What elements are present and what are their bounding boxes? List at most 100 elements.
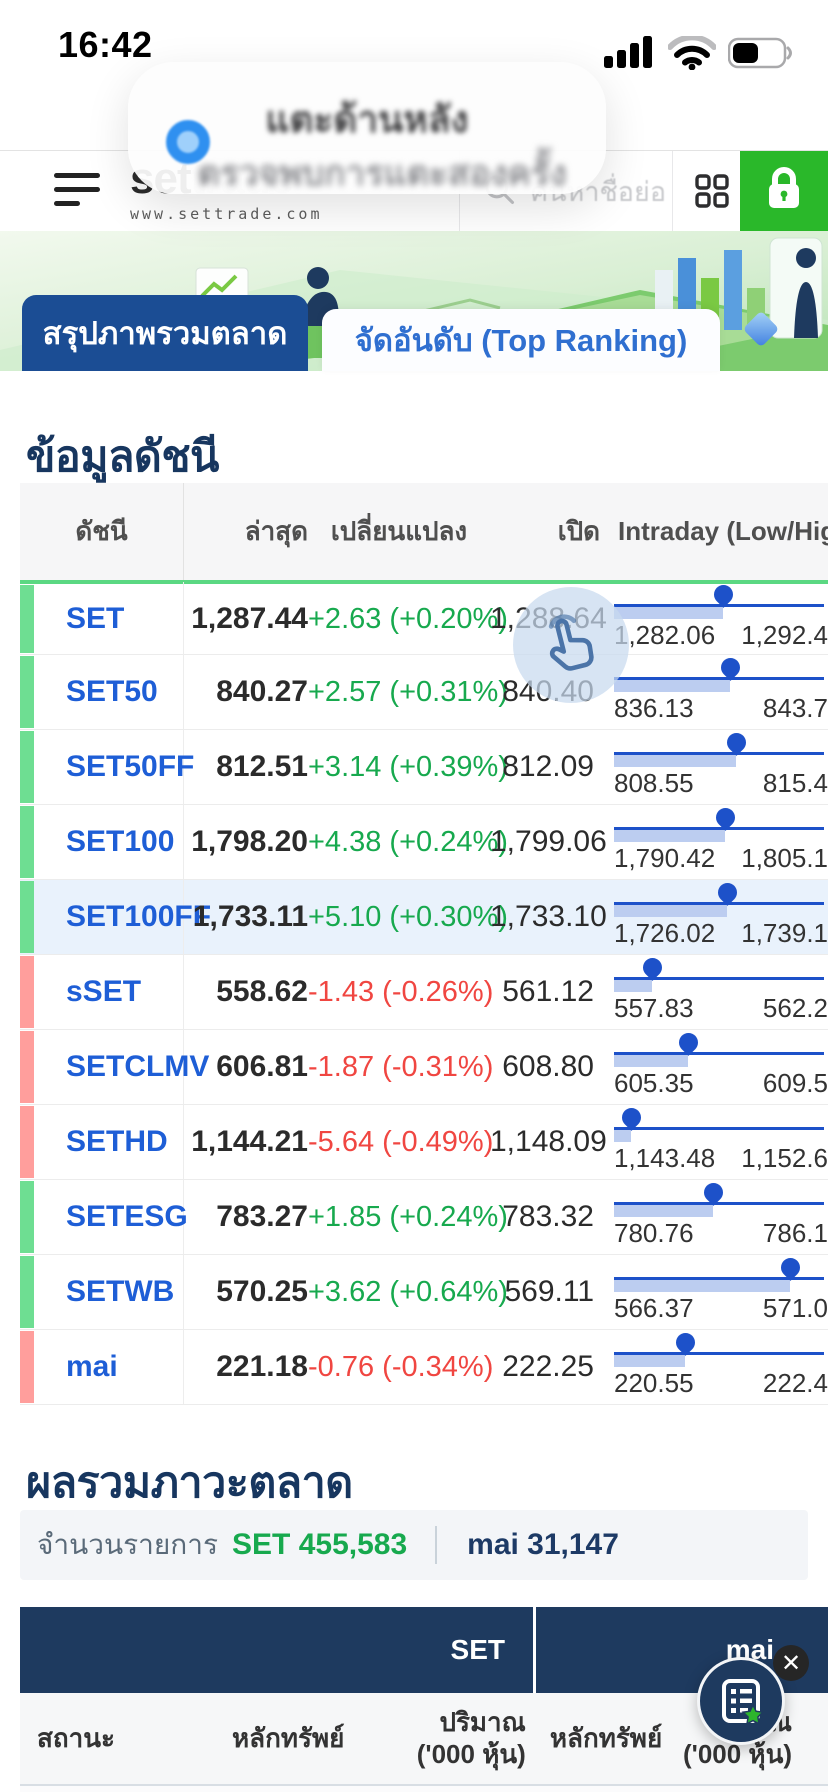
index-name-link[interactable]: SET100	[34, 805, 184, 879]
market-section-title: ผลรวมภาวะตลาด	[26, 1459, 353, 1507]
range-fill	[614, 754, 736, 767]
range-fill	[614, 904, 727, 917]
market-table-row	[20, 1784, 828, 1792]
range-track	[614, 1126, 824, 1130]
index-name-link[interactable]: SETWB	[34, 1255, 184, 1329]
index-section-title: ข้อมูลดัชนี	[26, 433, 219, 481]
last-value: 1,287.44	[191, 602, 308, 635]
open-value: 569.11	[504, 1275, 594, 1308]
change-value: -1.87 (-0.31%)	[308, 1050, 494, 1083]
high-value: 815.4	[762, 767, 828, 798]
index-table-row[interactable]: mai 221.18 -0.76 (-0.34%) 222.25 220.55 …	[20, 1328, 828, 1405]
close-icon: ✕	[780, 1649, 802, 1677]
col-volume-set: ปริมาณ ('000 หุ้น)	[416, 1707, 526, 1769]
col-symbol-mai: หลักทรัพย์	[549, 1723, 663, 1753]
index-table-row[interactable]: SETESG 783.27 +1.85 (+0.24%) 783.32 780.…	[20, 1178, 828, 1255]
high-value: 786.1	[762, 1217, 828, 1248]
low-value: 1,790.42	[614, 842, 716, 873]
transactions-summary-bar: จำนวนรายการ SET 455,583 mai 31,147	[20, 1510, 808, 1580]
change-value: +5.10 (+0.30%)	[308, 900, 508, 933]
index-name-link[interactable]: SETHD	[34, 1105, 184, 1179]
set-transactions-count: SET 455,583	[232, 1528, 408, 1561]
intraday-range-chart: 1,282.06 1,292.4	[614, 580, 828, 657]
apps-grid-button[interactable]	[684, 151, 740, 231]
mai-transactions-count: mai 31,147	[467, 1528, 619, 1561]
index-name-link[interactable]: SET50	[34, 655, 184, 729]
change-value: +4.38 (+0.24%)	[308, 825, 508, 858]
change-value: +2.63 (+0.20%)	[308, 602, 508, 635]
index-name-link[interactable]: SET100FF	[34, 880, 211, 954]
col-symbol-set: หลักทรัพย์	[232, 1723, 345, 1753]
logo-url: www.settrade.com	[130, 205, 323, 223]
low-value: 220.55	[614, 1367, 694, 1398]
index-table-row[interactable]: SET100FF 1,733.11 +5.10 (+0.30%) 1,733.1…	[20, 878, 828, 955]
low-value: 605.35	[614, 1067, 694, 1098]
watchlist-fab[interactable]	[697, 1657, 785, 1745]
low-value: 1,282.06	[614, 619, 716, 650]
last-value: 1,144.21	[191, 1125, 308, 1158]
intraday-range-chart: 605.35 609.5	[614, 1028, 828, 1105]
last-value: 558.62	[216, 975, 308, 1008]
high-value: 609.5	[762, 1067, 828, 1098]
tab-label: สรุปภาพรวมตลาด	[42, 316, 288, 351]
list-star-icon	[722, 1679, 764, 1725]
tab-top-ranking[interactable]: จัดอันดับ (Top Ranking)	[322, 309, 720, 371]
intraday-range-chart: 1,726.02 1,739.1	[614, 878, 828, 955]
phone-screen: 16:42 แตะด้านหลัง ตรวจพบการแตะสองครั้ง w…	[0, 0, 828, 1792]
intraday-range-chart: 1,143.48 1,152.6	[614, 1103, 828, 1180]
low-value: 836.13	[614, 692, 694, 723]
range-fill	[614, 606, 723, 619]
index-table-header: ดัชนี ล่าสุด เปลี่ยนแปลง เปิด Intraday (…	[20, 483, 828, 580]
fab-close-button[interactable]: ✕	[773, 1645, 809, 1681]
index-table-row[interactable]: SET 1,287.44 +2.63 (+0.20%) 1,288.64 1,2…	[20, 580, 828, 657]
open-value: 561.12	[502, 975, 594, 1008]
low-value: 1,143.48	[614, 1142, 716, 1173]
index-name-link[interactable]: mai	[34, 1330, 184, 1404]
login-lock-button[interactable]	[740, 151, 828, 231]
index-table-row[interactable]: SET50FF 812.51 +3.14 (+0.39%) 812.09 808…	[20, 728, 828, 805]
index-name-link[interactable]: SETCLMV	[34, 1030, 209, 1104]
last-value: 812.51	[216, 750, 308, 783]
index-name-link[interactable]: SET	[34, 582, 184, 656]
index-table-row[interactable]: SETWB 570.25 +3.62 (+0.64%) 569.11 566.3…	[20, 1253, 828, 1330]
last-value: 606.81	[216, 1050, 308, 1083]
high-value: 1,739.1	[741, 917, 828, 948]
open-value: 608.80	[502, 1050, 594, 1083]
last-value: 840.27	[216, 675, 308, 708]
tab-market-summary[interactable]: สรุปภาพรวมตลาด	[22, 295, 308, 371]
index-name-link[interactable]: SET50FF	[34, 730, 194, 804]
menu-button[interactable]	[54, 173, 100, 209]
change-value: +3.14 (+0.39%)	[308, 750, 508, 783]
open-value: 783.32	[502, 1200, 594, 1233]
index-table: ดัชนี ล่าสุด เปลี่ยนแปลง เปิด Intraday (…	[20, 483, 828, 1405]
range-fill	[614, 1204, 713, 1217]
change-value: +2.57 (+0.31%)	[308, 675, 508, 708]
low-value: 780.76	[614, 1217, 694, 1248]
last-value: 570.25	[216, 1275, 308, 1308]
index-name-link[interactable]: SETESG	[34, 1180, 188, 1254]
wifi-icon	[667, 34, 717, 75]
open-value: 222.25	[502, 1350, 594, 1383]
index-table-row[interactable]: SETCLMV 606.81 -1.87 (-0.31%) 608.80 605…	[20, 1028, 828, 1105]
high-value: 1,805.1	[741, 842, 828, 873]
high-value: 843.7	[762, 692, 828, 723]
intraday-range-chart: 808.55 815.4	[614, 728, 828, 805]
col-open: เปิด	[557, 516, 600, 546]
back-tap-toast[interactable]: แตะด้านหลัง ตรวจพบการแตะสองครั้ง	[128, 62, 606, 194]
index-table-row[interactable]: sSET 558.62 -1.43 (-0.26%) 561.12 557.83…	[20, 953, 828, 1030]
change-value: +1.85 (+0.24%)	[308, 1200, 508, 1233]
index-table-row[interactable]: SET100 1,798.20 +4.38 (+0.24%) 1,799.06 …	[20, 803, 828, 880]
header-divider	[672, 151, 673, 231]
lock-icon	[763, 166, 805, 217]
intraday-range-chart: 566.37 571.0	[614, 1253, 828, 1330]
index-table-row[interactable]: SET50 840.27 +2.57 (+0.31%) 840.40 836.1…	[20, 653, 828, 730]
open-value: 812.09	[502, 750, 594, 783]
range-fill	[614, 679, 730, 692]
intraday-range-chart: 836.13 843.7	[614, 653, 828, 730]
summary-divider	[435, 1526, 438, 1564]
change-value: -1.43 (-0.26%)	[308, 975, 494, 1008]
change-value: -0.76 (-0.34%)	[308, 1350, 494, 1383]
intraday-range-chart: 220.55 222.4	[614, 1328, 828, 1405]
index-table-row[interactable]: SETHD 1,144.21 -5.64 (-0.49%) 1,148.09 1…	[20, 1103, 828, 1180]
index-name-link[interactable]: sSET	[34, 955, 184, 1029]
